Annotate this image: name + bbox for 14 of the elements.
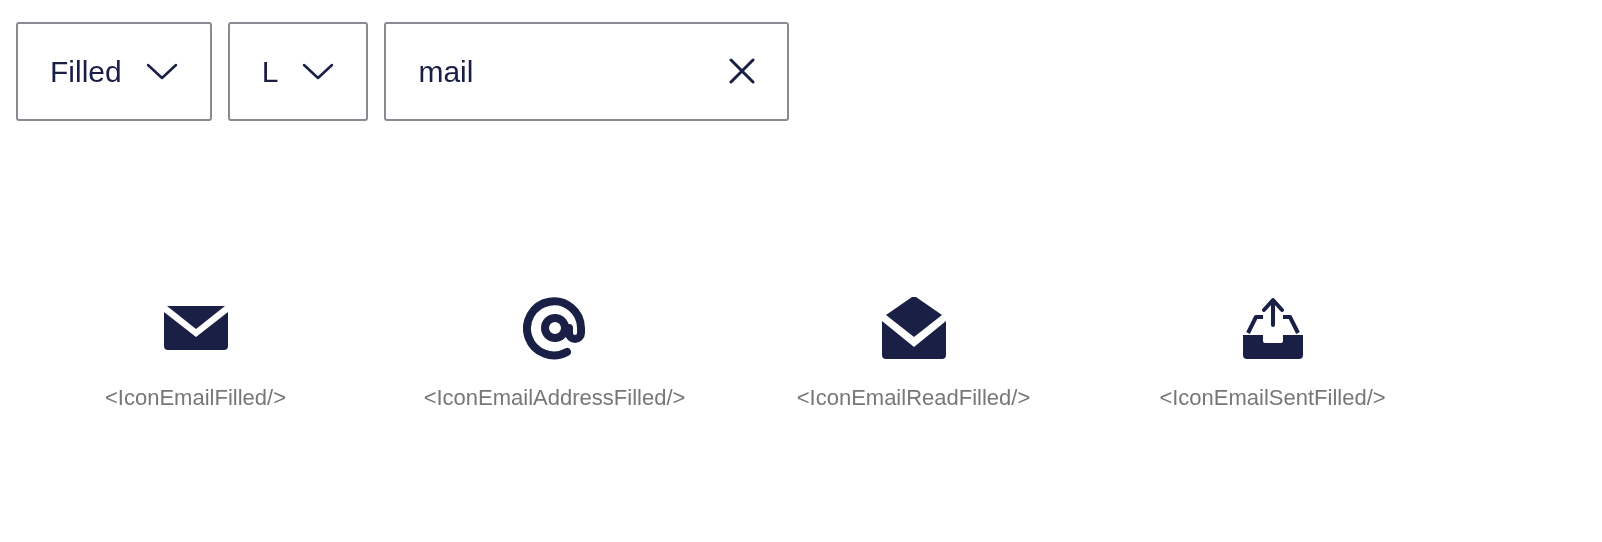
chevron-icon — [302, 62, 335, 81]
clear-icon[interactable] — [729, 58, 756, 84]
icon-label: <IconEmailFilled/> — [105, 384, 286, 412]
envelope-icon — [163, 306, 228, 350]
at-sign-icon — [522, 296, 587, 360]
dropdown-select[interactable]: Filled — [16, 22, 212, 121]
icon-label: <IconEmailReadFilled/> — [796, 384, 1031, 412]
dropdown-select[interactable]: L — [227, 22, 369, 121]
icon-label: <IconEmailAddressFilled/> — [423, 384, 686, 412]
icon-label: <IconEmailSentFilled/> — [1159, 384, 1386, 412]
inbox-upload-icon — [1242, 297, 1303, 359]
search-field[interactable]: mail — [384, 22, 790, 121]
open-envelope-icon — [881, 297, 946, 359]
chevron-icon — [145, 62, 178, 81]
